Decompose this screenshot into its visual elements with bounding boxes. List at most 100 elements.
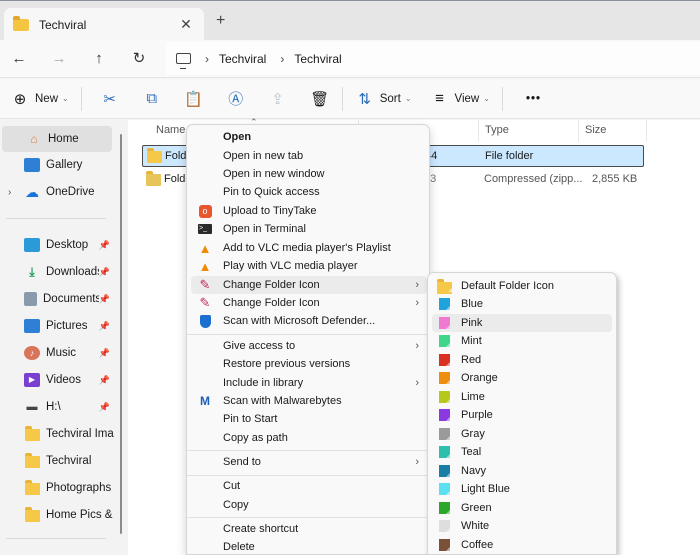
sidebar-scrollbar[interactable] xyxy=(120,134,122,534)
copy-button[interactable]: ⧉ xyxy=(136,83,168,115)
sidebar-divider xyxy=(6,538,106,539)
color-option-navy[interactable]: Navy xyxy=(432,462,612,480)
color-option-coffee[interactable]: Coffee xyxy=(432,536,612,554)
menu-item-label: Add to VLC media player's Playlist xyxy=(223,242,391,254)
sort-button[interactable]: ⇅ Sort ⌄ xyxy=(349,83,418,115)
share-button[interactable]: ⇪ xyxy=(262,83,294,115)
menu-item-change-folder-icon[interactable]: ✎ Change Folder Icon › xyxy=(191,276,427,294)
sidebar-item-home-pics[interactable]: Home Pics & Tc xyxy=(0,502,114,528)
expand-chevron-icon[interactable]: › xyxy=(8,187,11,198)
orange-folder-swatch-icon xyxy=(439,372,450,384)
sidebar-item-videos[interactable]: ▶ Videos 📌 xyxy=(0,367,114,393)
pin-icon[interactable]: 📌 xyxy=(99,348,110,359)
menu-item-pin-quick-access[interactable]: Pin to Quick access xyxy=(191,183,427,201)
up-button[interactable]: ↑ xyxy=(88,48,110,70)
music-icon: ♪ xyxy=(24,346,40,360)
menu-item-scan-defender[interactable]: Scan with Microsoft Defender... xyxy=(191,312,427,330)
color-option-default-folder-icon[interactable]: Default Folder Icon xyxy=(432,277,612,295)
color-option-lime[interactable]: Lime xyxy=(432,388,612,406)
white-folder-swatch-icon xyxy=(439,520,450,532)
menu-item-restore-versions[interactable]: Restore previous versions xyxy=(191,355,427,373)
column-header-type[interactable]: Type xyxy=(485,124,509,136)
menu-item-pin-start[interactable]: Pin to Start xyxy=(191,410,427,428)
cut-button[interactable]: ✂ xyxy=(94,83,126,115)
documents-icon xyxy=(24,292,37,306)
address-bar[interactable]: › Techviral › Techviral xyxy=(166,42,700,75)
color-option-orange[interactable]: Orange xyxy=(432,369,612,387)
sidebar-item-drive-h[interactable]: ▬ H:\ 📌 xyxy=(0,394,114,420)
menu-item-vlc-play[interactable]: ▲ Play with VLC media player xyxy=(191,257,427,275)
column-divider[interactable] xyxy=(478,120,479,142)
onedrive-icon: ☁ xyxy=(25,184,39,200)
menu-item-scan-malwarebytes[interactable]: M Scan with Malwarebytes xyxy=(191,392,427,410)
tab-techviral[interactable]: Techviral ✕ xyxy=(4,8,204,41)
color-option-gray[interactable]: Gray xyxy=(432,425,612,443)
menu-item-delete[interactable]: Delete xyxy=(191,538,427,555)
pin-icon[interactable]: 📌 xyxy=(99,321,110,332)
color-option-red[interactable]: Red xyxy=(432,351,612,369)
color-option-light-blue[interactable]: Light Blue xyxy=(432,480,612,498)
close-tab-button[interactable]: ✕ xyxy=(176,16,196,33)
sidebar-item-home[interactable]: ⌂ Home xyxy=(2,126,112,152)
default-folder-icon xyxy=(437,279,452,294)
paste-button[interactable]: 📋 xyxy=(178,83,210,115)
menu-item-give-access[interactable]: Give access to › xyxy=(191,337,427,355)
forward-button[interactable]: → xyxy=(48,48,70,70)
pin-icon[interactable]: 📌 xyxy=(99,267,110,278)
rename-button[interactable]: Ⓐ xyxy=(220,83,252,115)
column-header-name[interactable]: Name xyxy=(156,124,185,136)
menu-item-open-new-window[interactable]: Open in new window xyxy=(191,165,427,183)
chevron-right-icon: › xyxy=(280,51,285,66)
malwarebytes-icon: M xyxy=(200,394,210,408)
plus-circle-icon: ⊕ xyxy=(13,90,27,108)
color-option-purple[interactable]: Purple xyxy=(432,406,612,424)
menu-item-copy[interactable]: Copy xyxy=(191,496,427,514)
breadcrumb-techviral-1[interactable]: Techviral xyxy=(219,52,266,66)
new-tab-button[interactable]: + xyxy=(216,12,225,30)
color-option-white[interactable]: White xyxy=(432,517,612,535)
menu-item-cut[interactable]: Cut xyxy=(191,477,427,495)
menu-item-change-folder-icon-2[interactable]: ✎ Change Folder Icon › xyxy=(191,294,427,312)
menu-item-include-library[interactable]: Include in library › xyxy=(191,374,427,392)
menu-item-open-terminal[interactable]: >_ Open in Terminal xyxy=(191,220,427,238)
color-option-blue[interactable]: Blue xyxy=(432,295,612,313)
menu-item-open-new-tab[interactable]: Open in new tab xyxy=(191,147,427,165)
column-header-size[interactable]: Size xyxy=(585,124,606,136)
color-option-pink[interactable]: Pink xyxy=(432,314,612,332)
divider xyxy=(80,86,82,111)
column-divider[interactable] xyxy=(578,120,579,142)
color-option-teal[interactable]: Teal xyxy=(432,443,612,461)
new-button[interactable]: ⊕ New ⌄ xyxy=(4,83,75,115)
sidebar-item-music[interactable]: ♪ Music 📌 xyxy=(0,340,114,366)
menu-item-vlc-playlist[interactable]: ▲ Add to VLC media player's Playlist xyxy=(191,239,427,257)
menu-item-upload-tinytake[interactable]: o Upload to TinyTake xyxy=(191,202,427,220)
refresh-button[interactable]: ↻ xyxy=(128,48,150,70)
color-option-mint[interactable]: Mint xyxy=(432,332,612,350)
sidebar-item-pictures[interactable]: Pictures 📌 xyxy=(0,313,114,339)
pin-icon[interactable]: 📌 xyxy=(99,402,110,413)
tinytake-icon: o xyxy=(197,203,213,219)
column-divider[interactable] xyxy=(646,120,647,142)
menu-item-send-to[interactable]: Send to › xyxy=(191,453,427,471)
delete-button[interactable]: 🗑 xyxy=(304,83,336,115)
sidebar-item-onedrive[interactable]: › ☁ OneDrive xyxy=(0,179,114,205)
menu-item-label: Create shortcut xyxy=(223,523,299,535)
sidebar-item-desktop[interactable]: Desktop 📌 xyxy=(0,232,114,258)
sidebar-item-gallery[interactable]: Gallery xyxy=(0,152,114,178)
menu-item-open[interactable]: Open xyxy=(191,128,427,146)
view-button[interactable]: ≡ View ⌄ xyxy=(424,83,496,115)
menu-item-copy-path[interactable]: Copy as path xyxy=(191,429,427,447)
sidebar-item-photographs[interactable]: Photographs xyxy=(0,475,114,501)
back-button[interactable]: ← xyxy=(8,48,30,70)
menu-item-create-shortcut[interactable]: Create shortcut xyxy=(191,520,427,538)
pin-icon[interactable]: 📌 xyxy=(99,294,110,305)
pin-icon[interactable]: 📌 xyxy=(99,375,110,386)
sidebar-item-downloads[interactable]: ⤓ Downloads 📌 xyxy=(0,259,114,285)
breadcrumb-techviral-2[interactable]: Techviral xyxy=(294,52,341,66)
sidebar-item-techviral-images[interactable]: Techviral Images xyxy=(0,421,114,447)
more-options-button[interactable]: ••• xyxy=(515,83,547,115)
color-option-green[interactable]: Green xyxy=(432,499,612,517)
pin-icon[interactable]: 📌 xyxy=(99,240,110,251)
sidebar-item-techviral[interactable]: Techviral xyxy=(0,448,114,474)
sidebar-item-documents[interactable]: Documents 📌 xyxy=(0,286,114,312)
